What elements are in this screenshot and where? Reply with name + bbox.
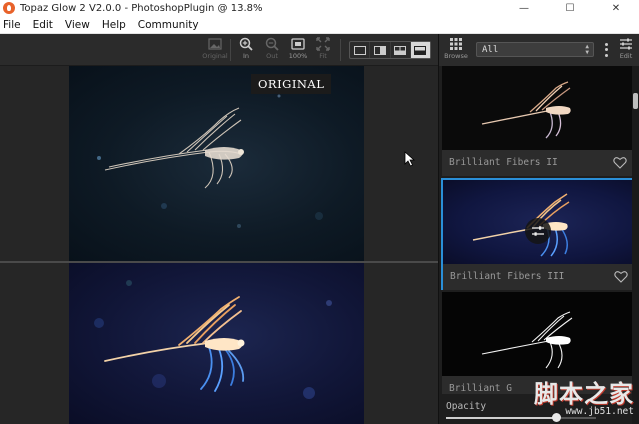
topaz-app-icon — [3, 2, 15, 14]
fit-button[interactable]: Fit — [311, 37, 335, 63]
preset-scrollbar-thumb[interactable] — [633, 93, 638, 109]
preset-filter-value: All — [482, 44, 499, 55]
title-bar: Topaz Glow 2 V2.0.0 - PhotoshopPlugin @ … — [0, 0, 639, 16]
split-horizontal-icon — [414, 45, 427, 55]
presets-panel: Browse All ▲ ▼ Edit Brilliant Fibers II … — [438, 34, 639, 424]
preset-name: Brilliant Fibers II — [449, 157, 558, 168]
sliders-icon — [620, 38, 632, 50]
maximize-button[interactable]: ☐ — [547, 0, 593, 16]
watermark-url: www.jb51.net — [565, 406, 634, 417]
site-watermark: 脚本之家 www.jb51.net — [510, 374, 639, 424]
preset-thumbnail — [442, 66, 632, 150]
menu-help[interactable]: Help — [102, 19, 126, 31]
presets-panel-header: Browse All ▲ ▼ Edit — [439, 34, 639, 66]
more-options-icon[interactable] — [603, 42, 609, 58]
side-by-side-icon — [373, 45, 386, 55]
opacity-label: Opacity — [446, 401, 487, 412]
preset-card-footer: Brilliant Fibers II — [442, 150, 632, 176]
favorite-heart-icon[interactable] — [614, 270, 628, 283]
edit-label: Edit — [619, 52, 633, 60]
original-preview[interactable]: ORIGINAL — [69, 66, 364, 261]
adjust-preset-button[interactable] — [525, 218, 551, 244]
grid-icon — [450, 38, 462, 50]
preset-thumbnail-image — [481, 81, 571, 139]
preset-scrollbar[interactable] — [632, 66, 639, 424]
menu-file[interactable]: File — [3, 19, 21, 31]
glow-preview[interactable] — [69, 263, 364, 424]
original-toggle-label: Original — [202, 52, 228, 60]
split-vertical-icon — [394, 45, 407, 55]
preset-filter-select[interactable]: All ▲ ▼ — [476, 42, 594, 57]
menu-view[interactable]: View — [65, 19, 90, 31]
preset-name: Brilliant Fibers III — [450, 271, 565, 282]
mouse-cursor-icon — [404, 151, 416, 167]
image-canvas[interactable]: ORIGINAL — [0, 66, 438, 424]
fit-screen-icon — [316, 37, 330, 51]
menu-bar: File Edit View Help Community — [0, 16, 639, 34]
zoom-in-label: In — [242, 52, 250, 60]
watermark-chinese-text: 脚本之家 — [534, 379, 634, 408]
preset-card-footer: Brilliant Fibers III — [443, 264, 633, 290]
fit-label: Fit — [319, 52, 327, 60]
menu-edit[interactable]: Edit — [33, 19, 53, 31]
window-controls: — ☐ ✕ — [501, 0, 639, 16]
close-button[interactable]: ✕ — [593, 0, 639, 16]
favorite-heart-icon[interactable] — [613, 156, 627, 169]
preset-card-selected[interactable]: Brilliant Fibers III — [441, 178, 633, 290]
split-horizontal-button[interactable] — [410, 42, 430, 58]
browse-label: Browse — [444, 52, 468, 60]
split-vertical-button[interactable] — [391, 42, 411, 58]
toolbar-divider — [340, 39, 341, 61]
zoom-100-button[interactable]: 100% — [286, 37, 310, 63]
original-toggle-button[interactable]: Original — [202, 37, 228, 63]
minimize-button[interactable]: — — [501, 0, 547, 16]
zoom-out-button[interactable]: Out — [260, 37, 284, 63]
toolbar-divider — [230, 39, 231, 61]
zoom-out-icon — [265, 37, 279, 51]
preset-list: Brilliant Fibers II Brilliant Fibers III… — [439, 66, 639, 424]
actual-size-icon — [291, 38, 305, 50]
preset-name: Brilliant G — [449, 383, 512, 394]
bird-photo-glow — [94, 280, 332, 399]
original-badge: ORIGINAL — [251, 74, 332, 94]
image-icon — [208, 38, 222, 50]
zoom-in-button[interactable]: In — [234, 37, 258, 63]
preset-card[interactable]: Brilliant Fibers II — [442, 66, 632, 176]
bird-photo-original — [97, 94, 323, 228]
zoom-100-label: 100% — [288, 52, 308, 60]
view-mode-selector — [349, 41, 431, 59]
edit-button[interactable]: Edit — [614, 37, 638, 63]
preset-thumbnail — [443, 180, 633, 264]
single-view-icon — [353, 45, 366, 55]
preset-thumbnail — [442, 292, 632, 376]
zoom-in-icon — [239, 37, 253, 51]
preset-thumbnail-image — [481, 311, 573, 369]
adjust-sliders-icon — [532, 226, 544, 236]
window-title: Topaz Glow 2 V2.0.0 - PhotoshopPlugin @ … — [20, 2, 263, 14]
zoom-out-label: Out — [266, 52, 278, 60]
menu-community[interactable]: Community — [138, 19, 199, 31]
topaz-glow-window: Topaz Glow 2 V2.0.0 - PhotoshopPlugin @ … — [0, 0, 639, 424]
single-view-button[interactable] — [350, 42, 371, 58]
side-by-side-button[interactable] — [370, 42, 391, 58]
select-arrows-icon: ▲ ▼ — [585, 43, 589, 56]
canvas-toolbar: Original In Out 100% Fit — [0, 34, 438, 66]
browse-button[interactable]: Browse — [441, 37, 471, 63]
